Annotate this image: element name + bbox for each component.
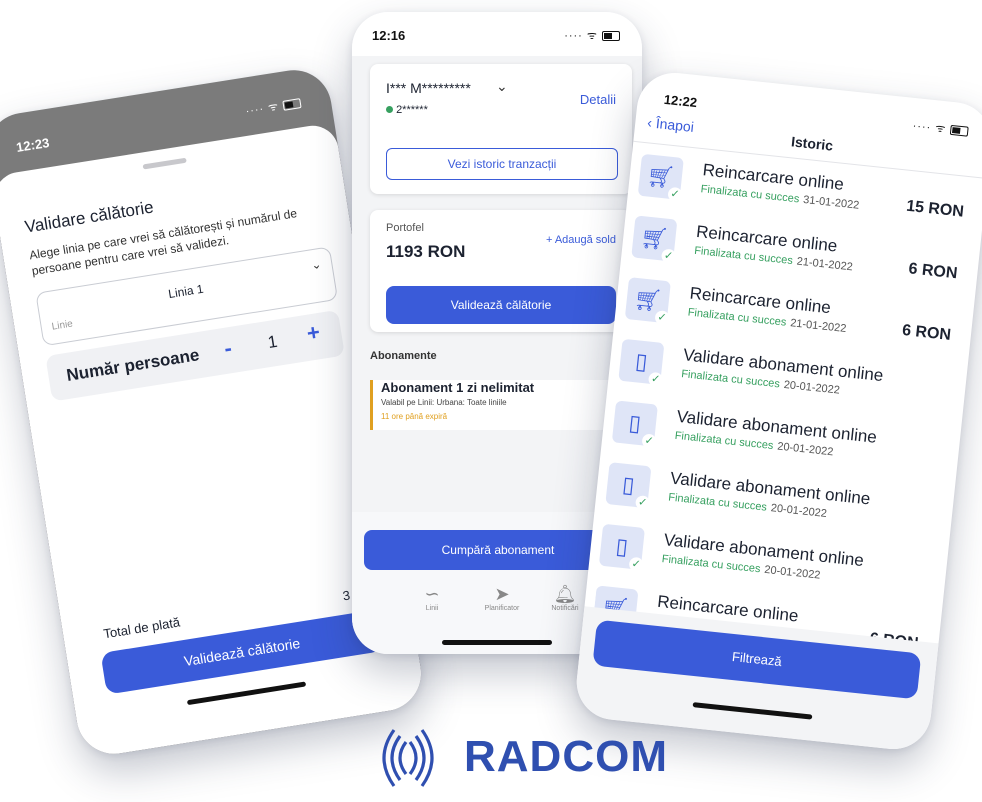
wallet-balance: 1193 RON — [386, 242, 466, 261]
item-date: 20-01-2022 — [783, 378, 841, 397]
wallet-card: Portofel 1193 RON + Adaugă sold Valideaz… — [370, 210, 632, 332]
check-icon: ✓ — [628, 556, 644, 573]
subscription-expiry: 11 ore până expiră — [381, 412, 448, 421]
check-icon: ✓ — [667, 186, 683, 203]
tab-label: Linii — [425, 605, 439, 612]
subscription-lines: Valabil pe Linii: Urbana: Toate liniile — [381, 398, 507, 407]
check-icon: ✓ — [647, 371, 664, 388]
home-indicator — [442, 640, 552, 645]
line-select-label: Linie — [51, 318, 74, 333]
account-id: 2****** — [396, 104, 428, 116]
status-time: 12:16 — [372, 28, 406, 43]
item-date: 21-01-2022 — [796, 255, 854, 274]
item-amount: 15 RON — [905, 197, 965, 221]
item-amount: 6 RON — [907, 260, 959, 283]
item-date: 20-01-2022 — [770, 502, 828, 521]
subscription-name: Abonament 1 zi nelimitat — [381, 380, 535, 395]
status-dot-icon — [386, 106, 393, 113]
transaction-history-button[interactable]: Vezi istoric tranzacții — [386, 148, 618, 180]
minus-button[interactable]: - — [222, 335, 233, 362]
persons-count: 1 — [266, 331, 279, 353]
radcom-wordmark: RADCOM — [464, 732, 668, 781]
tab-bar: ∽ Linii ➤ Planificator 🔔︎ Notificări — [412, 584, 592, 634]
subscription-item[interactable]: Abonament 1 zi nelimitat Valabil pe Lini… — [370, 380, 635, 430]
subscriptions-heading: Abonamente — [370, 350, 437, 362]
sheet-grabber[interactable] — [142, 157, 187, 170]
total-label: Total de plată — [102, 614, 182, 642]
history-phone: 12:22 ···· ᯤ ‹ Înapoi Istoric 🛒︎ ✓ Reinc… — [573, 69, 982, 753]
item-date: 20-01-2022 — [776, 440, 834, 459]
navigation-arrow-icon: ➤ — [494, 584, 510, 604]
route-icon: ∽ — [424, 584, 440, 604]
chevron-down-icon: ⌄ — [310, 256, 323, 273]
radcom-logo: RADCOM — [360, 718, 667, 798]
check-icon: ✓ — [654, 310, 670, 326]
check-icon: ✓ — [634, 495, 651, 511]
bell-icon: 🔔︎ — [553, 584, 577, 604]
status-icons: ···· ᯤ — [244, 95, 302, 119]
account-card: I*** M********* ⌄ 2****** Detalii Vezi i… — [370, 64, 632, 194]
radcom-logo-mark — [382, 729, 434, 787]
account-name: I*** M********* — [386, 80, 471, 96]
home-indicator — [186, 681, 307, 706]
account-id-row: 2****** — [386, 104, 428, 116]
tab-planner[interactable]: ➤ Planificator — [472, 584, 532, 612]
status-time: 12:22 — [663, 91, 698, 111]
tab-lines[interactable]: ∽ Linii — [412, 584, 452, 612]
item-date: 31-01-2022 — [802, 193, 860, 212]
plus-button[interactable]: + — [305, 319, 322, 347]
status-icons: ···· ᯤ — [564, 28, 620, 43]
check-icon: ✓ — [641, 433, 657, 449]
validate-trip-button[interactable]: Validează călătorie — [386, 286, 616, 324]
details-link[interactable]: Detalii — [580, 92, 616, 107]
tab-notifications[interactable]: 🔔︎ Notificări — [540, 584, 590, 612]
status-icons: ···· ᯤ — [912, 118, 969, 139]
item-date: 20-01-2022 — [763, 563, 821, 582]
wallet-label: Portofel — [386, 222, 424, 234]
item-amount: 6 RON — [901, 321, 952, 344]
check-icon: ✓ — [660, 248, 677, 264]
add-balance-link[interactable]: + Adaugă sold — [546, 234, 616, 246]
item-date: 21-01-2022 — [789, 317, 847, 336]
tab-label: Notificări — [551, 605, 579, 612]
tab-label: Planificator — [484, 605, 520, 612]
chevron-down-icon[interactable]: ⌄ — [496, 78, 508, 95]
status-time: 12:23 — [15, 134, 51, 156]
persons-label: Număr persoane — [65, 345, 201, 385]
